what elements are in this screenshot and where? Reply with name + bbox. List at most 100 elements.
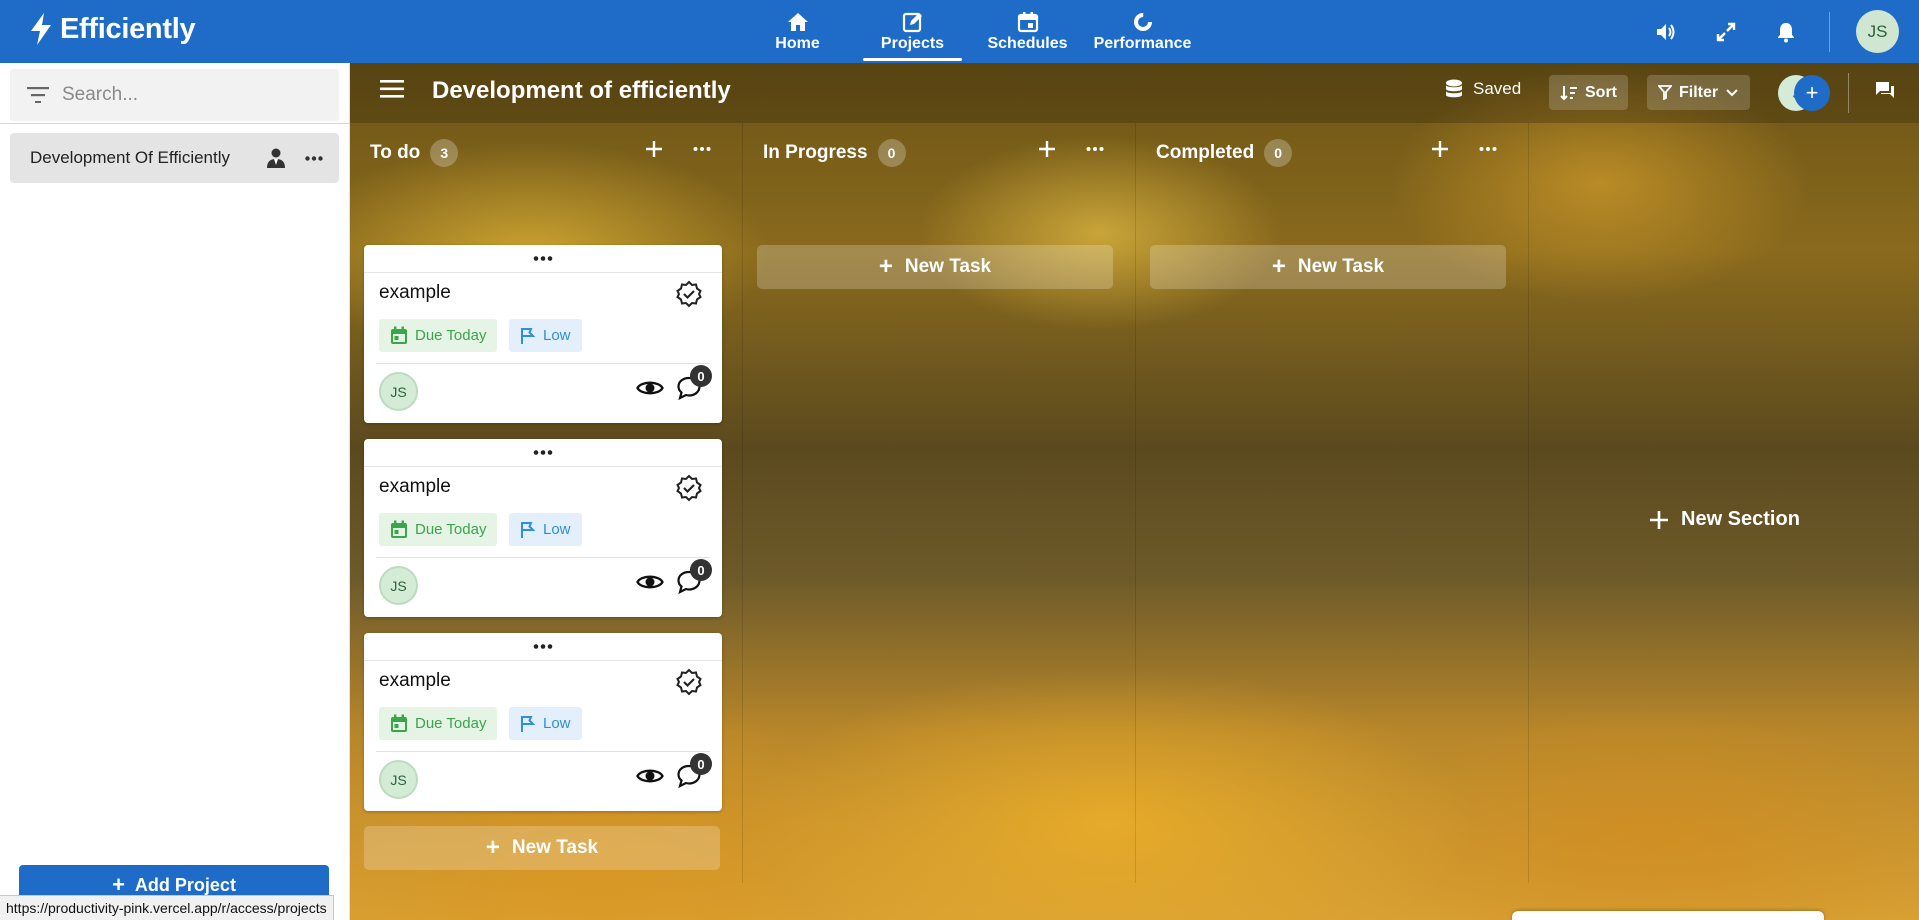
view-task-button[interactable] xyxy=(636,572,664,597)
task-count-badge: 3 xyxy=(430,139,459,167)
priority-label: Low xyxy=(543,521,571,538)
nav-projects-label: Projects xyxy=(880,34,945,52)
plus-icon xyxy=(1432,141,1448,157)
volume-icon xyxy=(1657,23,1675,40)
more-horizontal-icon xyxy=(533,450,553,455)
complete-task-button[interactable] xyxy=(675,474,703,507)
task-title: example xyxy=(379,476,451,497)
flag-icon xyxy=(521,327,536,344)
new-task-label: New Task xyxy=(904,256,992,277)
add-member-button[interactable]: + xyxy=(1794,75,1830,111)
sort-button[interactable]: Sort xyxy=(1549,75,1628,110)
add-project-label: Add Project xyxy=(134,875,236,895)
person-icon[interactable] xyxy=(267,148,285,168)
verified-check-icon xyxy=(676,668,702,696)
user-avatar[interactable]: JS xyxy=(1856,10,1899,53)
due-date-label: Due Today xyxy=(415,327,487,344)
search-input[interactable] xyxy=(62,84,322,106)
verified-check-icon xyxy=(676,280,702,308)
new-section-label: New Section xyxy=(1681,508,1800,530)
more-horizontal-icon[interactable] xyxy=(305,155,323,161)
funnel-icon xyxy=(1658,85,1672,100)
column-add-button[interactable] xyxy=(1431,140,1449,163)
column-add-button[interactable] xyxy=(1038,140,1056,163)
assignee-avatar[interactable]: JS xyxy=(379,566,418,605)
comment-count-badge: 0 xyxy=(690,753,712,775)
task-card[interactable]: example Due Today Low JS 0 xyxy=(364,245,722,423)
task-card[interactable]: example Due Today Low JS 0 xyxy=(364,633,722,811)
volume-button[interactable] xyxy=(1649,15,1683,49)
new-task-button[interactable]: + New Task xyxy=(757,245,1113,289)
plus-icon xyxy=(1650,510,1668,529)
column-title: In Progress xyxy=(763,142,868,163)
priority-chip[interactable]: Low xyxy=(509,513,582,546)
new-section-button[interactable]: New Section xyxy=(1649,508,1800,531)
card-drag-handle[interactable] xyxy=(364,439,722,467)
column-header: To do 3 xyxy=(370,139,459,167)
column-menu-button[interactable] xyxy=(1479,141,1497,162)
column-title: Completed xyxy=(1156,142,1255,163)
priority-chip[interactable]: Low xyxy=(509,707,582,740)
complete-task-button[interactable] xyxy=(675,280,703,313)
column-add-button[interactable] xyxy=(645,140,663,163)
assignee-avatar[interactable]: JS xyxy=(379,372,418,411)
nav-projects[interactable]: Projects xyxy=(855,0,970,63)
more-horizontal-icon xyxy=(533,644,553,649)
column-header: In Progress 0 xyxy=(763,139,906,167)
nav-performance-label: Performance xyxy=(1093,34,1192,52)
more-horizontal-icon xyxy=(1086,147,1104,151)
due-date-chip[interactable]: Due Today xyxy=(379,707,498,740)
due-date-label: Due Today xyxy=(415,521,487,538)
flag-icon xyxy=(521,715,536,732)
card-drag-handle[interactable] xyxy=(364,633,722,661)
chart-icon xyxy=(1133,12,1152,31)
comment-count-badge: 0 xyxy=(690,365,712,387)
due-date-chip[interactable]: Due Today xyxy=(379,513,498,546)
board-title: Development of efficiently xyxy=(432,77,731,104)
projects-sidebar: Development Of Efficiently + Add Project xyxy=(0,63,350,920)
task-card[interactable]: example Due Today Low JS 0 xyxy=(364,439,722,617)
assignee-avatar[interactable]: JS xyxy=(379,760,418,799)
saved-label: Saved xyxy=(1473,79,1522,98)
plus-icon: + xyxy=(878,253,893,280)
filter-button[interactable]: Filter xyxy=(1647,75,1751,110)
sort-label: Sort xyxy=(1585,83,1617,101)
chat-button[interactable] xyxy=(1874,80,1896,105)
notifications-button[interactable] xyxy=(1769,15,1803,49)
card-divider xyxy=(376,557,710,558)
more-horizontal-icon xyxy=(693,147,711,151)
nav-schedules[interactable]: Schedules xyxy=(970,0,1085,63)
task-title: example xyxy=(379,282,451,303)
column-menu-button[interactable] xyxy=(1086,141,1104,162)
edit-icon xyxy=(902,12,922,32)
top-app-bar: Efficiently Home Projects Schedules Perf… xyxy=(0,0,1919,63)
new-task-button[interactable]: + New Task xyxy=(364,826,720,870)
column-header: Completed 0 xyxy=(1156,139,1293,167)
home-icon xyxy=(787,12,808,31)
new-task-label: New Task xyxy=(511,837,599,858)
new-task-button[interactable]: + New Task xyxy=(1150,245,1506,289)
calendar-icon xyxy=(1017,11,1038,32)
priority-chip[interactable]: Low xyxy=(509,319,582,352)
calendar-icon xyxy=(391,326,407,344)
column-menu-button[interactable] xyxy=(693,141,711,162)
menu-button[interactable] xyxy=(380,80,404,103)
view-task-button[interactable] xyxy=(636,766,664,791)
verified-check-icon xyxy=(676,474,702,502)
nav-performance[interactable]: Performance xyxy=(1085,0,1200,63)
more-horizontal-icon xyxy=(533,256,553,261)
complete-task-button[interactable] xyxy=(675,668,703,701)
card-drag-handle[interactable] xyxy=(364,245,722,273)
view-task-button[interactable] xyxy=(636,378,664,403)
project-item[interactable]: Development Of Efficiently xyxy=(10,133,339,183)
column-title: To do xyxy=(370,142,421,163)
due-date-chip[interactable]: Due Today xyxy=(379,319,498,352)
filter-label: Filter xyxy=(1679,83,1719,101)
brand-logo[interactable]: Efficiently xyxy=(28,12,196,46)
fullscreen-button[interactable] xyxy=(1709,15,1743,49)
nav-home[interactable]: Home xyxy=(740,0,855,63)
project-search xyxy=(10,69,339,121)
task-count-badge: 0 xyxy=(877,139,906,167)
project-item-actions xyxy=(267,148,323,168)
bottom-popup-edge xyxy=(1512,911,1824,920)
